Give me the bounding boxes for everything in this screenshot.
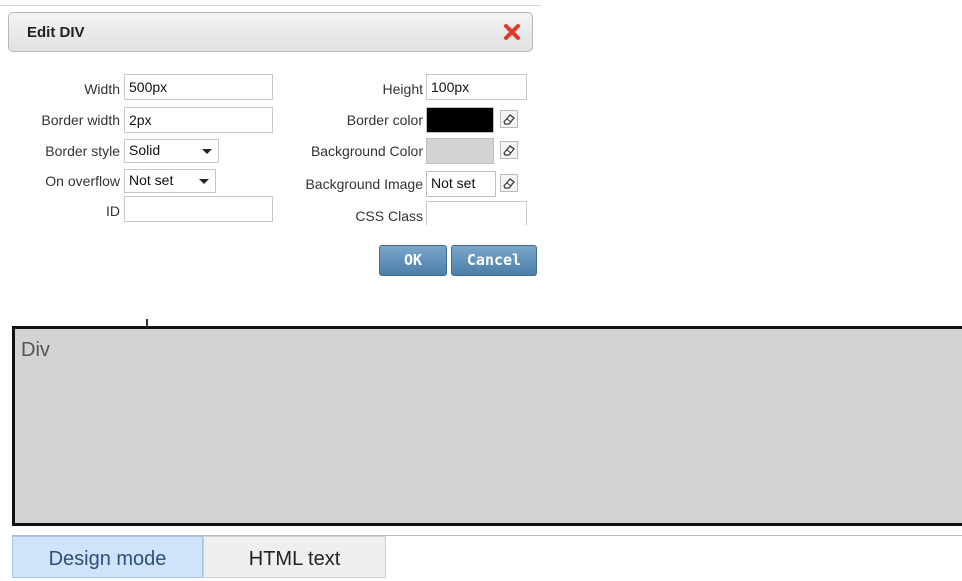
tab-design-mode[interactable]: Design mode [12, 536, 203, 578]
border-width-label: Border width [41, 112, 120, 128]
eraser-icon[interactable] [500, 174, 518, 192]
border-style-label: Border style [45, 143, 120, 159]
on-overflow-label: On overflow [45, 173, 120, 189]
div-element[interactable]: Div [12, 326, 962, 526]
dialog-title: Edit DIV [27, 24, 85, 41]
chevron-down-icon [199, 179, 209, 184]
css-class-label: CSS Class [355, 208, 423, 224]
on-overflow-value: Not set [129, 172, 174, 188]
dialog-top-divider [0, 5, 541, 6]
ok-button[interactable]: OK [379, 245, 447, 276]
close-icon[interactable] [501, 21, 523, 43]
eraser-icon[interactable] [500, 110, 518, 128]
tab-html-text[interactable]: HTML text [203, 536, 386, 578]
dialog-header: Edit DIV [8, 12, 533, 52]
height-input[interactable] [426, 74, 527, 100]
width-input[interactable] [124, 74, 273, 100]
background-image-value[interactable]: Not set [426, 171, 496, 197]
background-image-label: Background Image [305, 176, 423, 192]
background-color-swatch[interactable] [426, 138, 494, 164]
eraser-icon[interactable] [500, 141, 518, 159]
id-input[interactable] [124, 196, 273, 222]
border-width-input[interactable] [124, 107, 273, 133]
id-label: ID [106, 203, 120, 219]
height-label: Height [382, 81, 423, 97]
chevron-down-icon [202, 149, 212, 154]
border-style-select[interactable]: Solid [124, 139, 219, 163]
cancel-button[interactable]: Cancel [451, 245, 537, 276]
border-color-swatch[interactable] [426, 107, 494, 133]
css-class-input[interactable] [426, 201, 527, 225]
border-color-label: Border color [346, 112, 423, 128]
background-color-label: Background Color [310, 143, 423, 159]
width-label: Width [84, 81, 120, 97]
border-style-value: Solid [129, 142, 161, 158]
div-text: Div [21, 339, 50, 361]
on-overflow-select[interactable]: Not set [124, 169, 216, 193]
